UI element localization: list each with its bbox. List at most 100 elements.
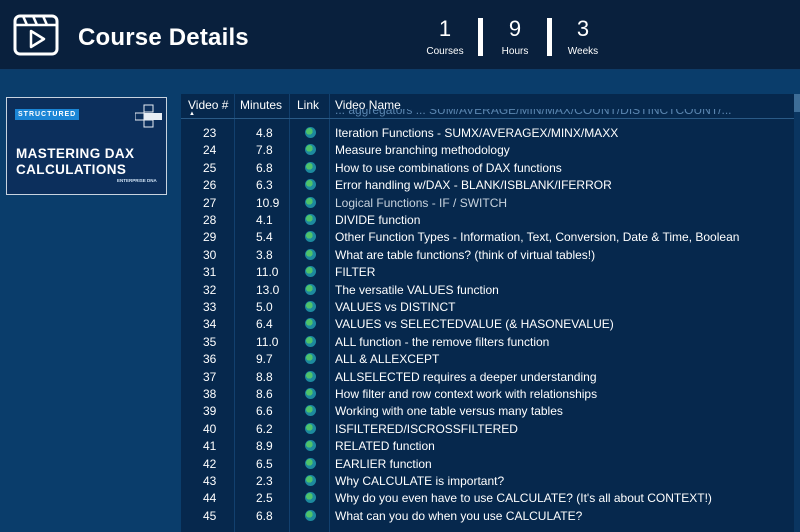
globe-icon[interactable]: [305, 492, 316, 506]
video-number-cell: 30: [203, 247, 217, 262]
cube-icon: [135, 104, 162, 128]
stat-divider: [547, 18, 552, 56]
minutes-cell: 5.4: [256, 230, 273, 245]
globe-icon[interactable]: [305, 335, 316, 350]
table-row[interactable]: 33 5.0 VALUES vs DISTINCT: [181, 299, 800, 316]
minutes-cell: 6.8: [256, 508, 273, 523]
table-row[interactable]: 25 6.8 How to use combinations of DAX func…: [181, 160, 800, 177]
minutes-cell: 10.9: [256, 195, 280, 210]
globe-icon[interactable]: [305, 318, 316, 332]
globe-icon[interactable]: [305, 231, 316, 245]
globe-icon[interactable]: [305, 266, 316, 280]
table-row[interactable]: 23 4.8 Iteration Functions - SUMX/AVERAGEX…: [181, 125, 800, 142]
video-name-cell: Iteration Functions - SUMX/AVERAGEX/MINX…: [335, 126, 619, 140]
globe-icon[interactable]: [305, 144, 316, 158]
video-name-cell: Error handling w/DAX - BLANK/ISBLANK/IFE…: [335, 178, 612, 193]
table-row[interactable]: 44 2.5 Why do you even have to use CALCULA…: [181, 490, 800, 507]
minutes-cell: 6.5: [256, 456, 273, 471]
minutes-cell: 2.3: [256, 474, 273, 488]
table-row[interactable]: 43 2.3 Why CALCULATE is important?: [181, 473, 800, 490]
table-row[interactable]: 26 6.3 Error handling w/DAX - BLANK/ISBLAN…: [181, 177, 800, 194]
table-row[interactable]: 36 9.7 ALL & ALLEXCEPT: [181, 351, 800, 368]
video-name-cell: Other Function Types - Information, Text…: [335, 230, 740, 245]
minutes-cell: 3.8: [256, 247, 273, 262]
table-row[interactable]: 38 8.6 How filter and row context work wit…: [181, 386, 800, 403]
video-name-cell: The versatile VALUES function: [335, 282, 499, 297]
globe-icon[interactable]: [305, 248, 316, 263]
course-name-line2: CALCULATIONS: [16, 162, 127, 177]
table-row[interactable]: 30 3.8 What are table functions? (think of…: [181, 247, 800, 264]
course-thumbnail[interactable]: STRUCTURED MASTERING DAX CALCULATIONS EN…: [6, 97, 167, 195]
video-number-cell: 24: [203, 143, 217, 158]
video-name-cell: VALUES vs SELECTEDVALUE (& HASONEVALUE): [335, 317, 614, 332]
minutes-cell: 6.4: [256, 317, 273, 332]
minutes-cell: 11.0: [256, 265, 279, 280]
video-number-cell: 37: [203, 369, 217, 384]
video-number-cell: 23: [203, 126, 217, 140]
globe-icon[interactable]: [305, 214, 316, 228]
stat-courses: 1 Courses: [420, 16, 470, 57]
table-row[interactable]: 42 6.5 EARLIER function: [181, 456, 800, 473]
video-number-cell: 33: [203, 300, 217, 314]
video-number-cell: 32: [203, 282, 217, 297]
minutes-cell: 8.8: [256, 369, 273, 384]
video-number-cell: 29: [203, 230, 217, 245]
globe-icon[interactable]: [305, 370, 316, 385]
table-row[interactable]: 37 8.8 ALLSELECTED requires a deeper under…: [181, 369, 800, 386]
table-row[interactable]: 28 4.1 DIVIDE function: [181, 212, 800, 229]
minutes-cell: 13.0: [256, 282, 280, 297]
minutes-cell: 6.6: [256, 404, 273, 419]
video-name-cell: FILTER: [335, 265, 376, 280]
stat-divider: [478, 18, 483, 56]
table-row[interactable]: 34 6.4 VALUES vs SELECTEDVALUE (& HASONEVA…: [181, 316, 800, 333]
video-name-cell: Measure branching methodology: [335, 143, 510, 158]
video-name-cell: ALL & ALLEXCEPT: [335, 352, 440, 367]
video-name-cell: ALL function - the remove filters functi…: [335, 334, 550, 349]
globe-icon[interactable]: [305, 457, 316, 472]
globe-icon[interactable]: [305, 127, 316, 141]
video-play-icon: [13, 14, 59, 56]
video-number-cell: 36: [203, 352, 217, 367]
video-name-cell: Why CALCULATE is important?: [335, 474, 505, 488]
globe-icon[interactable]: [305, 422, 316, 437]
stat-courses-value: 1: [438, 16, 452, 41]
globe-icon[interactable]: [305, 161, 316, 176]
globe-icon[interactable]: [305, 179, 316, 193]
table-row[interactable]: 45 6.8 What can you do when you use CALCUL…: [181, 508, 800, 525]
table-row[interactable]: 31 11.0 FILTER: [181, 264, 800, 281]
table-row[interactable]: 24 7.8 Measure branching methodology: [181, 142, 800, 159]
globe-icon[interactable]: [305, 440, 316, 454]
table-row[interactable]: 32 13.0 The versatile VALUES function: [181, 282, 800, 299]
table-row[interactable]: 41 8.9 RELATED function: [181, 438, 800, 455]
course-badge: STRUCTURED: [15, 109, 80, 120]
video-number-cell: 31: [203, 265, 217, 280]
course-name: MASTERING DAX CALCULATIONS: [16, 146, 134, 178]
globe-icon[interactable]: [305, 353, 316, 367]
table-row[interactable]: 40 6.2 ISFILTERED/ISCROSSFILTERED: [181, 421, 800, 438]
scrollbar-thumb[interactable]: [794, 94, 800, 112]
partial-row-text: ... aggregators ... SUM/AVERAGE/MIN/MAX/…: [335, 109, 732, 117]
video-number-cell: 45: [203, 508, 217, 523]
stat-hours-value: 9: [508, 16, 522, 41]
video-name-cell: Logical Functions - IF / SWITCH: [335, 195, 508, 210]
table-row[interactable]: 27 10.9 Logical Functions - IF / SWITCH: [181, 195, 800, 212]
video-name-cell: DIVIDE function: [335, 213, 421, 227]
globe-icon[interactable]: [305, 196, 316, 211]
minutes-cell: 5.0: [256, 300, 273, 314]
globe-icon[interactable]: [305, 475, 316, 489]
minutes-cell: 6.8: [256, 160, 273, 175]
table-row[interactable]: 35 11.0 ALL function - the remove filters …: [181, 334, 800, 351]
video-number-cell: 38: [203, 387, 217, 401]
minutes-cell: 4.1: [256, 213, 273, 227]
video-number-cell: 42: [203, 456, 217, 471]
table-row-partial: ... aggregators ... SUM/AVERAGE/MIN/MAX/…: [181, 109, 800, 119]
table-row[interactable]: 39 6.6 Working with one table versus many …: [181, 403, 800, 420]
globe-icon[interactable]: [305, 283, 316, 298]
table-row[interactable]: 29 5.4 Other Function Types - Information,…: [181, 229, 800, 246]
globe-icon[interactable]: [305, 509, 316, 524]
globe-icon[interactable]: [305, 405, 316, 419]
table-scrollbar[interactable]: [794, 94, 800, 532]
globe-icon[interactable]: [305, 301, 316, 315]
video-number-cell: 35: [203, 334, 217, 349]
globe-icon[interactable]: [305, 388, 316, 402]
